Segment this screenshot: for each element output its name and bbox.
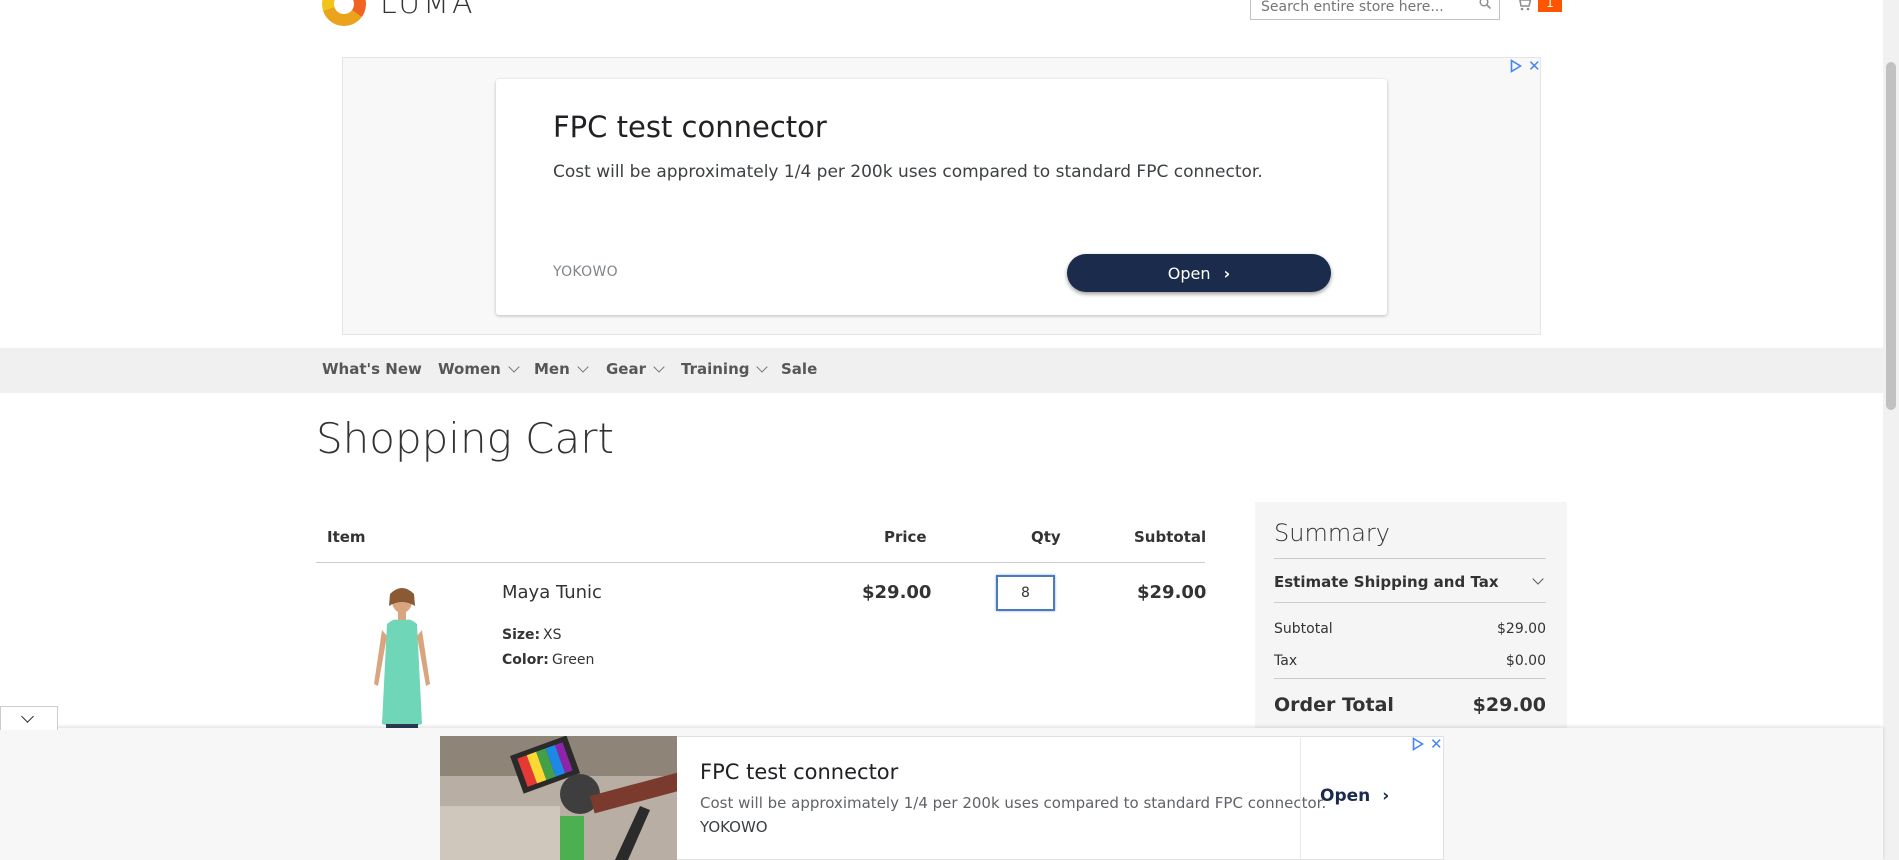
item-subtotal: $29.00 — [1137, 582, 1207, 603]
search-icon[interactable] — [1479, 0, 1491, 9]
nav-label: Sale — [781, 360, 818, 378]
summary-title: Summary — [1274, 519, 1390, 547]
anchor-ad-divider — [1300, 736, 1301, 860]
anchor-ad-title[interactable]: FPC test connector — [700, 760, 898, 784]
summary-divider — [1274, 602, 1546, 603]
adchoices-icon[interactable] — [1510, 59, 1522, 73]
nav-item-sale[interactable]: Sale — [781, 360, 817, 378]
nav-item-training[interactable]: Training — [681, 360, 769, 378]
nav-item-men[interactable]: Men — [534, 360, 589, 378]
anchor-ad-description: Cost will be approximately 1/4 per 200k … — [700, 794, 1327, 812]
top-ad-brand: YOKOWO — [553, 264, 618, 280]
search-input[interactable] — [1259, 0, 1463, 17]
top-ad-open-label: Open — [1167, 263, 1211, 283]
anchor-ad-close-icon[interactable]: ✕ — [1430, 736, 1443, 752]
nav-label: What's New — [322, 360, 422, 378]
item-price: $29.00 — [862, 582, 932, 603]
page-title: Shopping Cart — [316, 414, 614, 463]
logo-text[interactable]: LUMA — [380, 0, 476, 21]
chevron-down-icon — [577, 361, 589, 373]
product-name-link[interactable]: Maya Tunic — [502, 582, 602, 603]
cart-header-divider — [316, 562, 1205, 563]
anchor-ad-open-label: Open — [1320, 786, 1371, 806]
nav-label: Training — [681, 360, 750, 378]
option-label-size: Size: — [502, 627, 541, 643]
nav-label: Women — [438, 360, 501, 378]
order-total-value: $29.00 — [1472, 694, 1546, 716]
top-ad-open-button[interactable]: Open › — [1067, 254, 1331, 292]
anchor-ad-collapse-button[interactable] — [0, 706, 58, 730]
top-ad-description: Cost will be approximately 1/4 per 200k … — [553, 162, 1263, 182]
chevron-down-icon — [756, 361, 769, 373]
top-ad-title[interactable]: FPC test connector — [553, 110, 827, 144]
order-total-label: Order Total — [1274, 694, 1394, 716]
option-label-color: Color: — [502, 652, 549, 668]
chevron-down-icon — [21, 710, 34, 723]
anchor-ad-controls: ✕ — [1412, 736, 1444, 752]
summary-tax-value: $0.00 — [1505, 653, 1546, 669]
nav-item-women[interactable]: Women — [438, 360, 520, 378]
column-header-qty: Qty — [1031, 528, 1061, 546]
estimate-shipping-toggle[interactable]: Estimate Shipping and Tax — [1274, 573, 1499, 591]
column-header-item: Item — [327, 528, 366, 546]
anchor-ad-image[interactable] — [440, 736, 677, 860]
top-ad-close-icon[interactable]: ✕ — [1528, 58, 1541, 74]
cart-icon[interactable] — [1516, 0, 1532, 12]
search-box — [1250, 0, 1500, 20]
top-ad-controls: ✕ — [1510, 58, 1542, 74]
anchor-ad-brand: YOKOWO — [700, 818, 768, 836]
anchor-ad-open-button[interactable]: Open › — [1320, 786, 1389, 806]
column-header-price: Price — [884, 528, 927, 546]
summary-divider — [1274, 558, 1546, 559]
summary-subtotal-label: Subtotal — [1274, 621, 1333, 637]
chevron-down-icon — [653, 361, 665, 373]
scrollbar-thumb[interactable] — [1886, 62, 1896, 410]
product-image[interactable] — [360, 584, 444, 732]
qty-input[interactable] — [996, 575, 1055, 611]
cart-count-badge[interactable]: 1 — [1538, 0, 1562, 12]
column-header-subtotal: Subtotal — [1134, 528, 1207, 546]
summary-divider — [1274, 678, 1546, 679]
nav-label: Men — [534, 360, 570, 378]
summary-subtotal-value: $29.00 — [1497, 621, 1546, 637]
option-value-color: Green — [552, 652, 595, 668]
luma-logo-icon[interactable] — [322, 0, 366, 26]
chevron-down-icon — [508, 361, 520, 373]
adchoices-icon[interactable] — [1412, 737, 1424, 751]
nav-label: Gear — [606, 360, 647, 378]
summary-tax-label: Tax — [1274, 653, 1298, 669]
main-navigation: What's New Women Men Gear Training Sale — [0, 348, 1899, 393]
nav-item-whats-new[interactable]: What's New — [322, 360, 422, 378]
nav-item-gear[interactable]: Gear — [606, 360, 665, 378]
chevron-right-icon: › — [1223, 263, 1231, 283]
option-value-size: XS — [543, 627, 562, 643]
chevron-right-icon: › — [1382, 786, 1390, 806]
